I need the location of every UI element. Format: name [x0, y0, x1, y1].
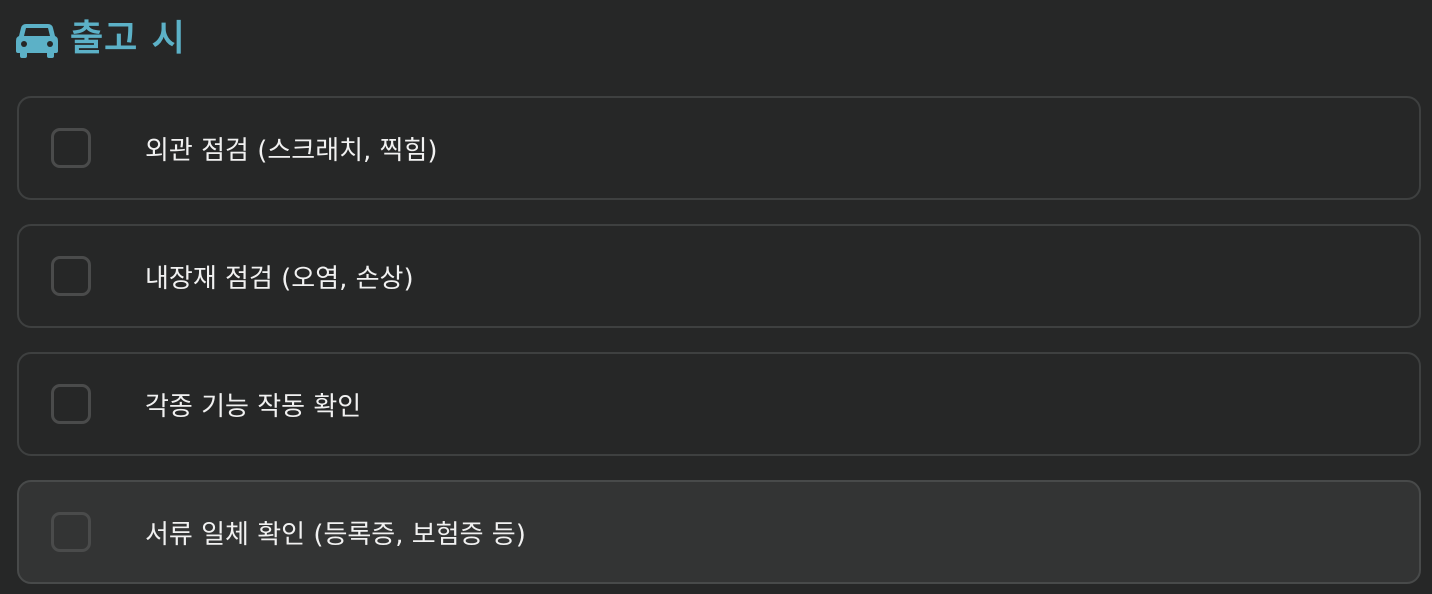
checkbox[interactable] — [51, 128, 91, 168]
checkbox[interactable] — [51, 512, 91, 552]
checkbox[interactable] — [51, 256, 91, 296]
car-icon — [16, 18, 58, 60]
checklist-item-label: 각종 기능 작동 확인 — [145, 391, 362, 422]
checkbox[interactable] — [51, 384, 91, 424]
checklist-item-exterior[interactable]: 외관 점검 (스크래치, 찍힘) — [17, 96, 1421, 200]
section-title: 출고 시 — [70, 18, 186, 59]
checklist: 외관 점검 (스크래치, 찍힘) 내장재 점검 (오염, 손상) 각종 기능 작… — [17, 96, 1421, 594]
checklist-item-documents[interactable]: 서류 일체 확인 (등록증, 보험증 등) — [17, 480, 1421, 584]
checklist-item-label: 내장재 점검 (오염, 손상) — [145, 263, 414, 294]
checklist-item-interior[interactable]: 내장재 점검 (오염, 손상) — [17, 224, 1421, 328]
section-header: 출고 시 — [16, 14, 186, 64]
checklist-item-functions[interactable]: 각종 기능 작동 확인 — [17, 352, 1421, 456]
checklist-item-label: 서류 일체 확인 (등록증, 보험증 등) — [145, 519, 526, 550]
checkout-checklist-section: 출고 시 외관 점검 (스크래치, 찍힘) 내장재 점검 (오염, 손상) 각종… — [0, 0, 1432, 594]
checklist-item-label: 외관 점검 (스크래치, 찍힘) — [145, 135, 438, 166]
